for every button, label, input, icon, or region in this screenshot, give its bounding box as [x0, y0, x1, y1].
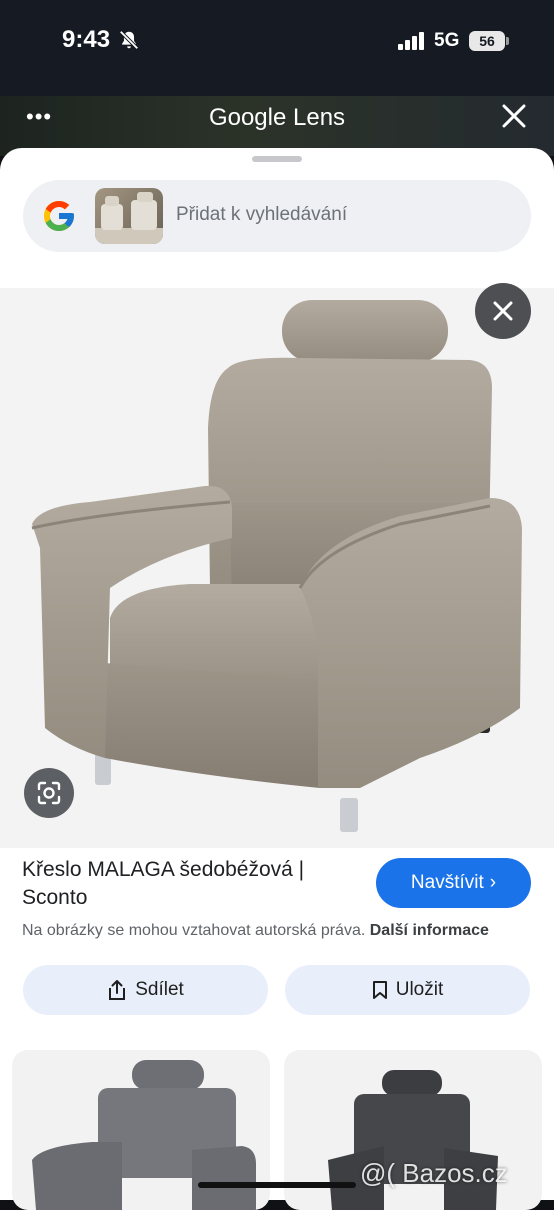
- close-image-button[interactable]: [475, 283, 531, 339]
- drag-handle[interactable]: [252, 156, 302, 162]
- query-thumbnail[interactable]: [95, 188, 163, 244]
- share-label: Sdílet: [135, 979, 184, 1000]
- lens-camera-icon: [37, 781, 61, 805]
- watermark: @( Bazos.cz: [360, 1158, 508, 1188]
- result-image[interactable]: [0, 288, 554, 848]
- results-sheet: Přidat k vyhledávání Křeslo MALAGA šedob…: [0, 148, 554, 1210]
- battery-icon: 56: [469, 31, 505, 51]
- search-bar[interactable]: Přidat k vyhledávání: [23, 180, 531, 252]
- save-label: Uložit: [395, 979, 444, 1000]
- copyright-notice: Na obrázky se mohou vztahovat autorská p…: [22, 922, 489, 940]
- status-time: 9:43: [62, 26, 111, 53]
- chevron-right-icon: ›: [489, 872, 497, 893]
- visit-label: Navštívit: [410, 872, 484, 893]
- share-icon: [109, 980, 126, 1000]
- copyright-text: Na obrázky se mohou vztahovat autorská p…: [22, 922, 366, 939]
- search-placeholder: Přidat k vyhledávání: [176, 204, 348, 225]
- page-title: Google Lens: [208, 104, 346, 131]
- armchair-image: [31, 300, 522, 832]
- status-bar: 9:43 5G 56: [0, 0, 554, 96]
- lens-search-button[interactable]: [24, 768, 74, 818]
- close-icon: [493, 301, 513, 321]
- visit-button[interactable]: Navštívit ›: [376, 858, 531, 908]
- home-indicator[interactable]: [198, 1182, 356, 1188]
- more-info-link[interactable]: Další informace: [370, 922, 489, 939]
- bell-muted-icon: [119, 30, 139, 50]
- result-title[interactable]: Křeslo MALAGA šedobéžová | Sconto: [22, 856, 352, 912]
- battery-level: 56: [479, 33, 495, 49]
- close-icon[interactable]: [500, 102, 528, 130]
- battery-tip: [506, 37, 509, 45]
- lens-header: ••• Google Lens: [0, 96, 554, 156]
- signal-icon: [398, 32, 424, 50]
- google-logo-icon: [44, 201, 74, 231]
- share-button[interactable]: Sdílet: [23, 965, 268, 1015]
- network-type: 5G: [434, 30, 460, 51]
- bookmark-icon: [372, 981, 387, 999]
- save-button[interactable]: Uložit: [285, 965, 530, 1015]
